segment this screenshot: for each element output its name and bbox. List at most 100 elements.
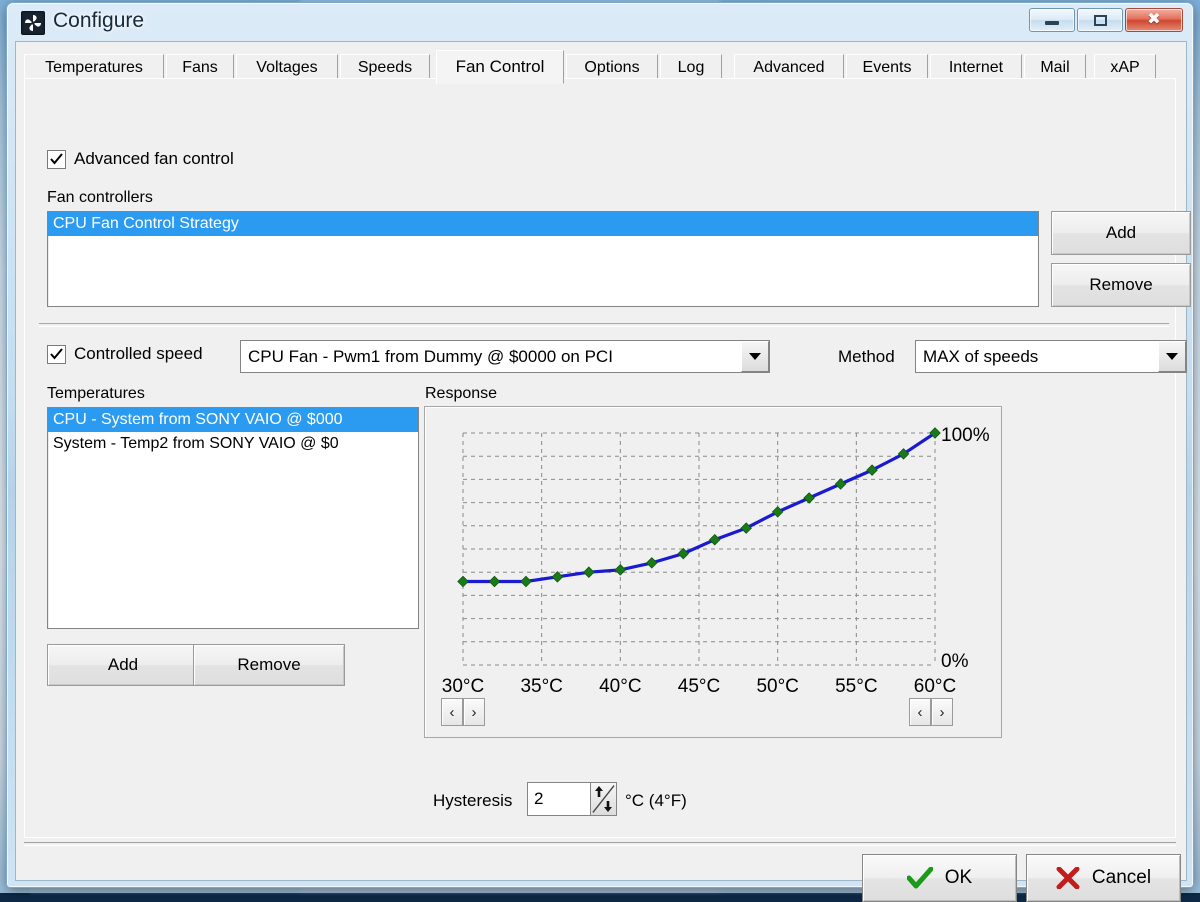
temperatures-label: Temperatures <box>47 385 145 403</box>
chevron-down-icon[interactable] <box>741 341 769 372</box>
response-curve-chart[interactable]: 100% 0% 30°C 35°C 40°C 45°C 50°C 55°C 60°C <box>425 407 1003 739</box>
method-label: Method <box>838 347 895 367</box>
temperatures-add-button[interactable]: Add <box>47 644 199 686</box>
configure-window: Configure ✖ Temperatures Fans Voltages S… <box>6 2 1194 888</box>
response-label: Response <box>425 385 497 403</box>
response-left-nav: ‹ › <box>441 698 485 726</box>
check-icon <box>50 153 63 166</box>
check-icon <box>50 348 63 361</box>
button-label: Add <box>1106 223 1136 243</box>
section-divider <box>39 323 1169 327</box>
chevron-right-icon: › <box>472 704 477 721</box>
close-button[interactable]: ✖ <box>1125 8 1183 32</box>
advanced-fan-control-checkbox[interactable]: Advanced fan control <box>47 149 234 169</box>
ok-button[interactable]: OK <box>862 854 1017 902</box>
footer-divider <box>24 842 1176 846</box>
response-point <box>647 558 657 568</box>
button-label: Cancel <box>1092 867 1151 889</box>
list-item[interactable]: CPU Fan Control Strategy <box>48 212 1038 236</box>
scroll-left-button-2[interactable]: ‹ <box>909 698 931 726</box>
controlled-speed-label: Controlled speed <box>74 344 203 364</box>
tab-label: xAP <box>1110 59 1139 77</box>
tab-label: Voltages <box>256 59 317 77</box>
button-label: Add <box>108 655 138 675</box>
maximize-button[interactable] <box>1077 8 1123 32</box>
method-value: MAX of speeds <box>916 347 1158 367</box>
scroll-right-button[interactable]: › <box>463 698 485 726</box>
fan-controllers-add-button[interactable]: Add <box>1051 211 1191 255</box>
x-axis-tick-label: 60°C <box>914 676 956 697</box>
hysteresis-value: 2 <box>528 789 590 809</box>
fan-controllers-label: Fan controllers <box>47 189 153 207</box>
fan-icon <box>21 11 45 35</box>
advanced-fan-control-label: Advanced fan control <box>74 149 234 169</box>
response-point <box>678 548 688 558</box>
x-axis-tick-label: 35°C <box>520 676 562 697</box>
fan-controllers-remove-button[interactable]: Remove <box>1051 263 1191 307</box>
response-point <box>835 479 845 489</box>
y-axis-min-label: 0% <box>941 651 969 672</box>
x-axis-tick-label: 45°C <box>678 676 720 697</box>
x-axis-tick-label: 50°C <box>756 676 798 697</box>
response-point <box>615 565 625 575</box>
response-chart-panel[interactable]: 100% 0% 30°C 35°C 40°C 45°C 50°C 55°C 60°C ‹ › ‹… <box>424 406 1002 738</box>
chevron-left-icon: ‹ <box>450 704 455 721</box>
stepper-buttons[interactable] <box>590 783 616 815</box>
button-label: Remove <box>237 655 300 675</box>
response-point <box>710 535 720 545</box>
list-item[interactable]: CPU - System from SONY VAIO @ $000 <box>48 408 418 432</box>
x-axis-tick-label: 30°C <box>442 676 484 697</box>
fan-controllers-list[interactable]: CPU Fan Control Strategy <box>47 211 1039 307</box>
chevron-down-icon[interactable] <box>1158 341 1186 372</box>
minimize-button[interactable] <box>1029 8 1075 32</box>
check-icon <box>907 867 933 889</box>
close-icon: ✖ <box>1147 12 1160 28</box>
list-item[interactable]: System - Temp2 from SONY VAIO @ $0 <box>48 432 418 456</box>
tab-label: Temperatures <box>45 59 143 77</box>
tab-label: Log <box>678 59 705 77</box>
response-point <box>552 572 562 582</box>
cancel-button[interactable]: Cancel <box>1026 854 1181 902</box>
chevron-right-icon: › <box>940 704 945 721</box>
controlled-speed-value: CPU Fan - Pwm1 from Dummy @ $0000 on PCI <box>241 347 741 367</box>
tab-label: Speeds <box>358 59 412 77</box>
checkbox-box <box>47 150 66 169</box>
x-axis-tick-label: 40°C <box>599 676 641 697</box>
hysteresis-units: °C (4°F) <box>625 791 687 811</box>
fan-control-page: Advanced fan control Fan controllers CPU… <box>24 78 1176 838</box>
checkbox-box <box>47 345 66 364</box>
x-axis-tick-label: 55°C <box>835 676 877 697</box>
temperatures-remove-button[interactable]: Remove <box>193 644 345 686</box>
response-right-nav: ‹ › <box>909 698 953 726</box>
window-title: Configure <box>53 9 144 33</box>
tab-label: Options <box>584 59 639 77</box>
tab-label: Events <box>863 59 912 77</box>
title-bar[interactable]: Configure ✖ <box>7 3 1193 41</box>
method-combobox[interactable]: MAX of speeds <box>915 340 1187 373</box>
stepper-down-icon[interactable] <box>603 800 613 812</box>
tab-label: Fan Control <box>456 57 545 77</box>
window-client-area: Temperatures Fans Voltages Speeds Fan Co… <box>15 41 1187 881</box>
scroll-right-button-2[interactable]: › <box>931 698 953 726</box>
chevron-left-icon: ‹ <box>918 704 923 721</box>
tab-label: Advanced <box>753 59 824 77</box>
tab-label: Mail <box>1040 59 1069 77</box>
y-axis-max-label: 100% <box>941 425 990 446</box>
scroll-left-button[interactable]: ‹ <box>441 698 463 726</box>
controlled-speed-combobox[interactable]: CPU Fan - Pwm1 from Dummy @ $0000 on PCI <box>240 340 770 373</box>
response-point <box>804 493 814 503</box>
maximize-icon <box>1094 15 1107 26</box>
minimize-icon <box>1045 21 1059 25</box>
response-point <box>521 576 531 586</box>
response-point <box>584 567 594 577</box>
tab-fan-control[interactable]: Fan Control <box>436 50 564 84</box>
button-label: Remove <box>1089 275 1152 295</box>
hysteresis-label: Hysteresis <box>433 791 512 811</box>
controlled-speed-checkbox[interactable]: Controlled speed <box>47 344 203 364</box>
tab-label: Fans <box>182 59 218 77</box>
close-x-icon <box>1056 867 1080 889</box>
hysteresis-stepper[interactable]: 2 <box>527 782 617 816</box>
temperatures-list[interactable]: CPU - System from SONY VAIO @ $000 Syste… <box>47 407 419 629</box>
stepper-up-icon[interactable] <box>594 786 604 798</box>
response-point <box>458 576 468 586</box>
